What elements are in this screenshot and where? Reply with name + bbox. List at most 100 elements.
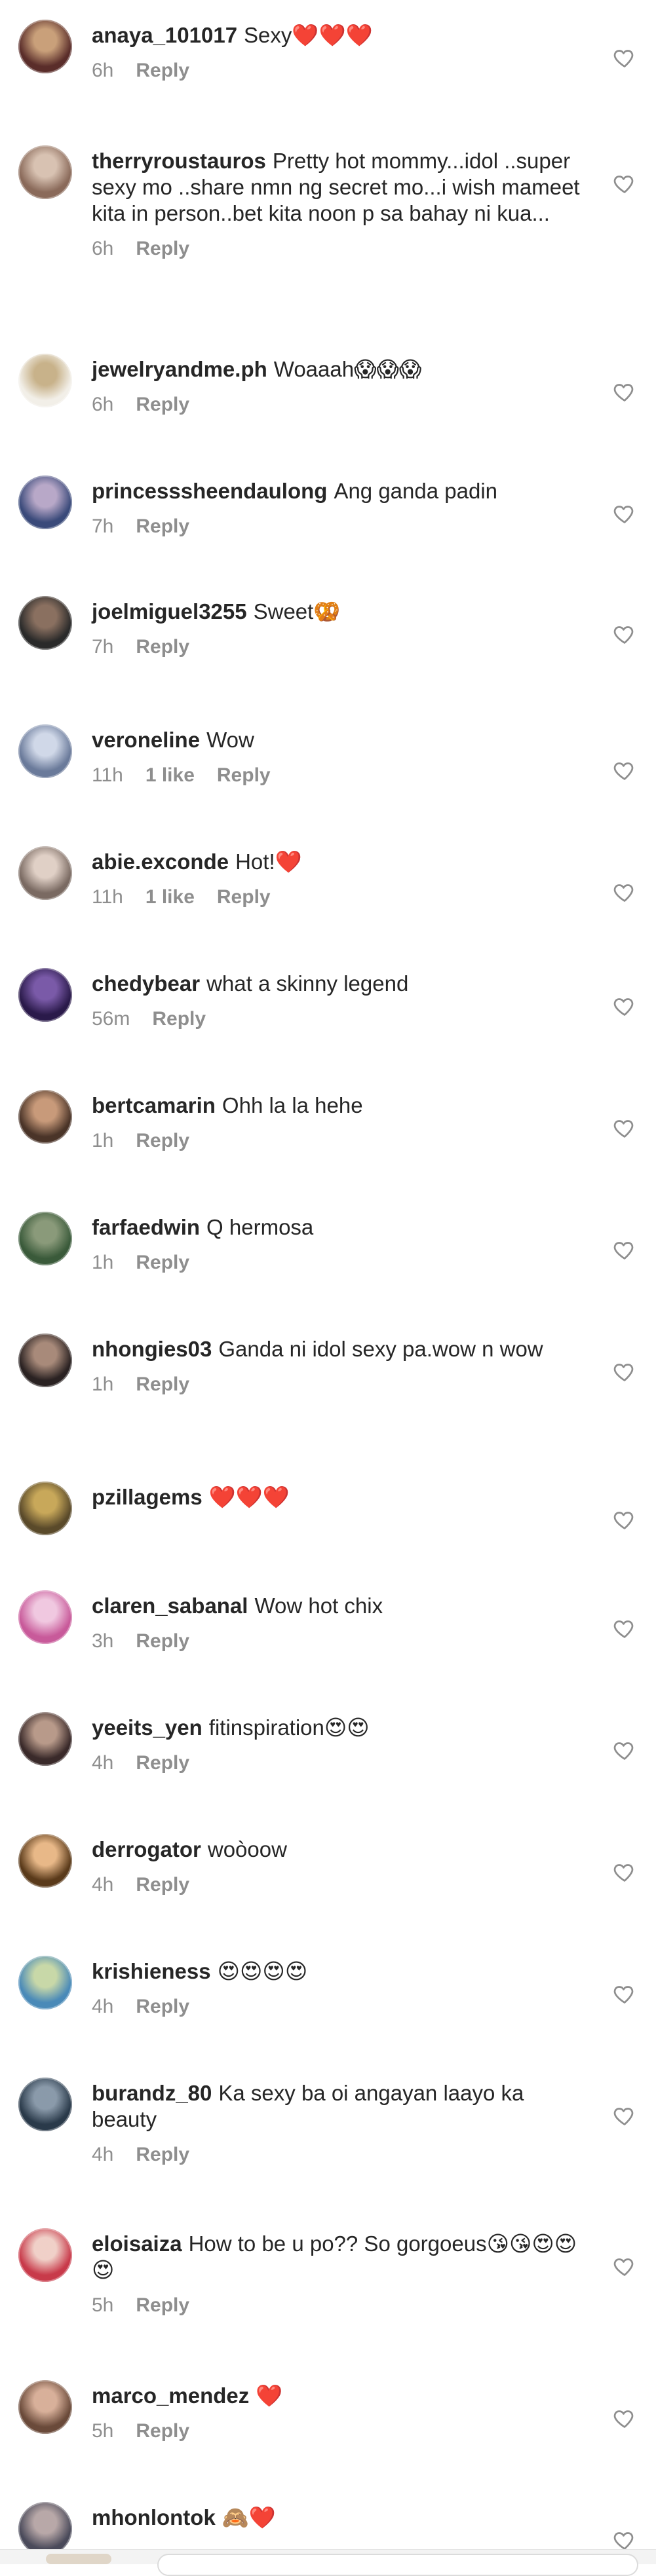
comment-body: farfaedwin Q hermosa 1h Reply bbox=[92, 1214, 590, 1275]
reply-button[interactable]: Reply bbox=[136, 60, 189, 81]
comment-message: Hot! bbox=[235, 849, 275, 874]
like-heart-icon[interactable] bbox=[613, 1360, 636, 1383]
username-link[interactable]: claren_sabanal bbox=[92, 1594, 248, 1618]
like-heart-icon[interactable] bbox=[613, 1508, 636, 1531]
reply-button[interactable]: Reply bbox=[136, 1752, 189, 1774]
avatar[interactable] bbox=[18, 2380, 72, 2434]
avatar[interactable] bbox=[18, 596, 72, 650]
username-link[interactable]: yeeits_yen bbox=[92, 1715, 203, 1740]
like-heart-icon[interactable] bbox=[613, 1738, 636, 1762]
reply-button[interactable]: Reply bbox=[136, 2144, 189, 2165]
reply-button[interactable]: Reply bbox=[136, 2420, 189, 2442]
comment-text: abie.exconde Hot!❤️ bbox=[92, 849, 590, 875]
like-heart-icon[interactable] bbox=[613, 1860, 636, 1884]
comment-body: nhongies03 Ganda ni idol sexy pa.wow n wo… bbox=[92, 1336, 590, 1396]
username-link[interactable]: eloisaiza bbox=[92, 2231, 182, 2256]
avatar[interactable] bbox=[18, 476, 72, 529]
avatar[interactable] bbox=[18, 1590, 72, 1644]
comment-meta: 4h Reply bbox=[92, 1873, 590, 1897]
like-heart-icon[interactable] bbox=[613, 1238, 636, 1261]
reply-button[interactable]: Reply bbox=[136, 1996, 189, 2017]
comment-text: bertcamarin Ohh la la hehe bbox=[92, 1092, 590, 1119]
avatar[interactable] bbox=[18, 1212, 72, 1265]
like-heart-icon[interactable] bbox=[613, 880, 636, 904]
reply-button[interactable]: Reply bbox=[217, 886, 271, 908]
avatar[interactable] bbox=[18, 1482, 72, 1535]
avatar[interactable] bbox=[18, 846, 72, 900]
reply-button[interactable]: Reply bbox=[136, 636, 189, 658]
username-link[interactable]: bertcamarin bbox=[92, 1093, 216, 1117]
reply-button[interactable]: Reply bbox=[136, 1874, 189, 1895]
comment-body: krishieness 😍😍😍😍 4h Reply bbox=[92, 1958, 590, 2019]
avatar[interactable] bbox=[18, 1334, 72, 1387]
comment-emoji: 😱😱😱 bbox=[354, 356, 422, 382]
username-link[interactable]: derrogator bbox=[92, 1837, 201, 1861]
username-link[interactable]: abie.exconde bbox=[92, 849, 229, 874]
reply-button[interactable]: Reply bbox=[136, 1130, 189, 1151]
avatar[interactable] bbox=[18, 354, 72, 407]
username-link[interactable]: burandz_80 bbox=[92, 2081, 212, 2105]
like-heart-icon[interactable] bbox=[613, 2528, 636, 2552]
like-heart-icon[interactable] bbox=[613, 1116, 636, 1140]
username-link[interactable]: joelmiguel3255 bbox=[92, 599, 247, 624]
like-heart-icon[interactable] bbox=[613, 622, 636, 646]
avatar[interactable] bbox=[18, 1712, 72, 1766]
username-link[interactable]: krishieness bbox=[92, 1959, 211, 1983]
timestamp: 56m bbox=[92, 1008, 130, 1030]
comment-body: joelmiguel3255 Sweet🥨 7h Reply bbox=[92, 599, 590, 659]
username-link[interactable]: marco_mendez bbox=[92, 2383, 249, 2408]
comment-meta: 1h Reply bbox=[92, 1373, 590, 1396]
avatar[interactable] bbox=[18, 968, 72, 1022]
comment-body: jewelryandme.ph Woaaah😱😱😱 6h Reply bbox=[92, 356, 590, 417]
username-link[interactable]: chedybear bbox=[92, 971, 200, 996]
like-heart-icon[interactable] bbox=[613, 172, 636, 195]
username-link[interactable]: anaya_101017 bbox=[92, 23, 237, 47]
avatar[interactable] bbox=[18, 1090, 72, 1144]
reply-button[interactable]: Reply bbox=[136, 2294, 189, 2316]
like-heart-icon[interactable] bbox=[613, 380, 636, 403]
reply-button[interactable]: Reply bbox=[136, 238, 189, 259]
reply-button[interactable]: Reply bbox=[217, 764, 271, 786]
reply-button[interactable]: Reply bbox=[136, 1373, 189, 1395]
like-heart-icon[interactable] bbox=[613, 46, 636, 69]
comment-meta: 5h Reply bbox=[92, 2419, 590, 2443]
username-link[interactable]: mhonlontok bbox=[92, 2505, 216, 2529]
like-heart-icon[interactable] bbox=[613, 994, 636, 1018]
reply-button[interactable]: Reply bbox=[136, 394, 189, 415]
like-heart-icon[interactable] bbox=[613, 502, 636, 525]
like-heart-icon[interactable] bbox=[613, 1616, 636, 1640]
likes-count[interactable]: 1 like bbox=[145, 764, 195, 786]
comment-input[interactable] bbox=[157, 2554, 638, 2576]
avatar[interactable] bbox=[18, 145, 72, 199]
comment-emoji: 🙈❤️ bbox=[222, 2505, 276, 2530]
avatar[interactable] bbox=[18, 2502, 72, 2556]
reply-button[interactable]: Reply bbox=[152, 1008, 206, 1030]
reply-button[interactable]: Reply bbox=[136, 1252, 189, 1273]
avatar[interactable] bbox=[18, 2078, 72, 2131]
timestamp: 1h bbox=[92, 1252, 114, 1273]
like-heart-icon[interactable] bbox=[613, 2254, 636, 2278]
avatar[interactable] bbox=[18, 20, 72, 73]
username-link[interactable]: nhongies03 bbox=[92, 1337, 212, 1361]
like-heart-icon[interactable] bbox=[613, 2104, 636, 2127]
username-link[interactable]: pzillagems bbox=[92, 1485, 203, 1509]
avatar[interactable] bbox=[18, 1956, 72, 2009]
username-link[interactable]: farfaedwin bbox=[92, 1215, 200, 1239]
comment-text: therryroustauros Pretty hot mommy...idol … bbox=[92, 148, 590, 227]
timestamp: 4h bbox=[92, 1996, 114, 2017]
like-heart-icon[interactable] bbox=[613, 1982, 636, 2006]
likes-count[interactable]: 1 like bbox=[145, 886, 195, 908]
like-heart-icon[interactable] bbox=[613, 2406, 636, 2430]
comment-message: Wow hot chix bbox=[254, 1594, 383, 1618]
username-link[interactable]: therryroustauros bbox=[92, 149, 266, 173]
reply-button[interactable]: Reply bbox=[136, 1630, 189, 1652]
avatar[interactable] bbox=[18, 1834, 72, 1888]
avatar[interactable] bbox=[18, 2228, 72, 2282]
username-link[interactable]: jewelryandme.ph bbox=[92, 357, 267, 381]
reply-button[interactable]: Reply bbox=[136, 515, 189, 537]
avatar[interactable] bbox=[18, 724, 72, 778]
comment-meta: 1h Reply bbox=[92, 1251, 590, 1275]
username-link[interactable]: princesssheendaulong bbox=[92, 479, 327, 503]
like-heart-icon[interactable] bbox=[613, 758, 636, 782]
username-link[interactable]: veroneline bbox=[92, 728, 200, 752]
